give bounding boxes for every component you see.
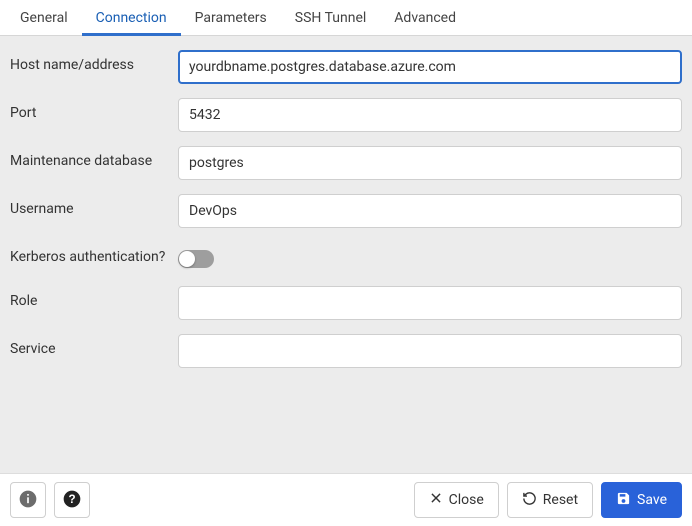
host-label: Host name/address [10,50,178,75]
tab-advanced[interactable]: Advanced [380,0,470,35]
help-button[interactable]: ? [54,482,90,518]
info-icon [18,489,38,512]
info-button[interactable] [10,482,46,518]
tab-connection[interactable]: Connection [82,0,181,35]
host-input[interactable] [178,50,682,84]
port-label: Port [10,98,178,123]
svg-text:?: ? [68,493,75,506]
tab-bar: General Connection Parameters SSH Tunnel… [0,0,692,36]
maintenance-db-input[interactable] [178,146,682,180]
service-input[interactable] [178,334,682,368]
port-input[interactable] [178,98,682,132]
maintenance-db-label: Maintenance database [10,146,178,171]
tab-parameters[interactable]: Parameters [181,0,281,35]
username-label: Username [10,194,178,219]
question-icon: ? [62,489,82,512]
kerberos-label: Kerberos authentication? [10,242,178,267]
username-input[interactable] [178,194,682,228]
save-button[interactable]: Save [601,482,682,518]
save-button-label: Save [637,492,667,508]
connection-form: Host name/address Port Maintenance datab… [0,36,692,474]
reset-button-label: Reset [543,492,578,508]
footer-bar: ? Close Reset Save [0,474,692,526]
role-input[interactable] [178,286,682,320]
reset-icon [522,491,537,510]
close-icon [429,491,443,509]
role-label: Role [10,286,178,311]
service-label: Service [10,334,178,359]
tab-general[interactable]: General [6,0,82,35]
close-button[interactable]: Close [414,482,499,518]
close-button-label: Close [449,492,484,508]
kerberos-toggle[interactable] [178,250,214,268]
reset-button[interactable]: Reset [507,482,593,518]
tab-ssh-tunnel[interactable]: SSH Tunnel [281,0,381,35]
toggle-knob [179,251,195,267]
save-icon [616,491,631,510]
